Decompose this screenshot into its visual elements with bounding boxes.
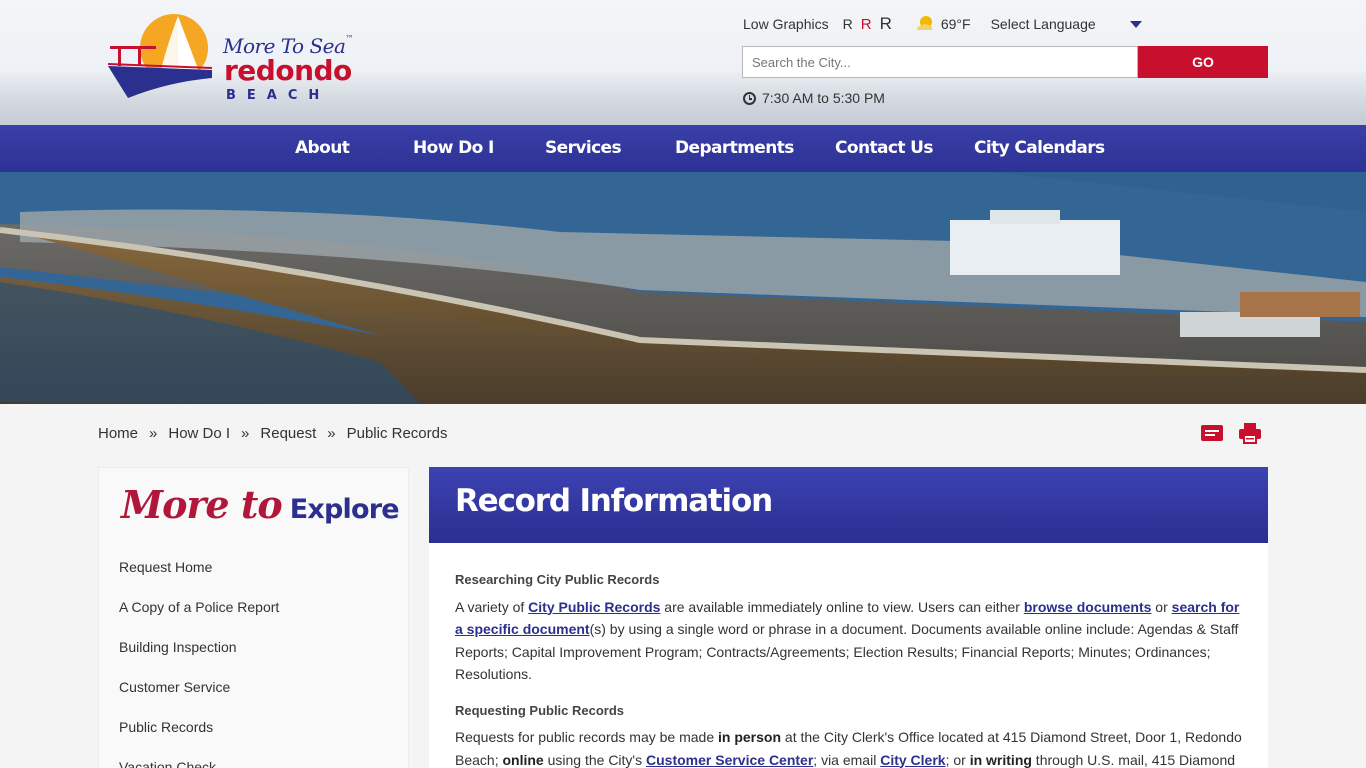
text-size-small-button[interactable]: R [843,16,853,32]
sidebar: More to Explore Request Home A Copy of a… [98,467,409,768]
print-icon[interactable] [1238,422,1262,444]
sidebar-menu: Request Home A Copy of a Police Report B… [119,558,279,768]
breadcrumb-home[interactable]: Home [98,425,138,442]
article-body: Researching City Public Records A variet… [455,569,1245,768]
sidebar-item-vacation-check[interactable]: Vacation Check [119,758,279,768]
nav-item-how-do-i[interactable]: How Do I [413,125,494,172]
harbor-illustration [0,172,1366,404]
sidebar-item-police-report[interactable]: A Copy of a Police Report [119,598,279,638]
search-go-button[interactable]: GO [1138,46,1268,78]
browse-documents-link[interactable]: browse documents [1024,599,1152,615]
section-paragraph: A variety of City Public Records are ava… [455,598,1240,683]
nav-item-services[interactable]: Services [545,125,622,172]
utility-bar: Low Graphics R R R 69°F Select Language [743,13,1268,35]
sidebar-item-building-inspection[interactable]: Building Inspection [119,638,279,678]
city-public-records-link[interactable]: City Public Records [528,599,660,615]
section-heading: Researching City Public Records [455,572,660,587]
logo-beach: BEACH [226,88,331,103]
nav-item-city-calendars[interactable]: City Calendars [974,125,1105,172]
logo-city-name: redondo [224,54,352,87]
nav-item-contact-us[interactable]: Contact Us [835,125,934,172]
text-size-large-button[interactable]: R [880,14,892,34]
hero-harbor-image [0,172,1366,404]
section-heading: Requesting Public Records [455,702,625,718]
sidebar-item-customer-service[interactable]: Customer Service [119,678,279,718]
site-logo[interactable]: More To Sea™ redondo BEACH [108,12,358,104]
main-header: Record Information [429,467,1268,543]
chevron-down-icon [1129,20,1142,28]
customer-service-center-link[interactable]: Customer Service Center [646,752,813,768]
main-navigation: About How Do I Services Departments Cont… [0,125,1366,172]
office-hours-text: 7:30 AM to 5:30 PM [762,90,885,106]
temperature: 69°F [940,16,971,32]
logo-sail-icon [108,14,213,98]
sun-cloud-icon [916,16,933,30]
breadcrumb-request[interactable]: Request [260,425,316,442]
breadcrumb-separator: » [149,425,158,442]
breadcrumb-separator: » [241,425,250,442]
sidebar-item-public-records[interactable]: Public Records [119,718,279,758]
sidebar-title-bold: Explore [289,494,400,525]
office-hours: 7:30 AM to 5:30 PM [743,90,885,106]
section-paragraph: Requests for public records may be made … [455,729,1242,768]
breadcrumb: Home » How Do I » Request » Public Recor… [98,425,448,442]
language-select-label: Select Language [990,16,1096,32]
breadcrumb-how-do-i[interactable]: How Do I [168,425,230,442]
breadcrumb-separator: » [327,425,336,442]
sidebar-item-request-home[interactable]: Request Home [119,558,279,598]
page-tools [1200,422,1262,444]
site-search: GO [742,46,1268,78]
page-title: Record Information [455,483,773,519]
main-content: Record Information Researching City Publ… [429,467,1268,768]
site-header: More To Sea™ redondo BEACH Low Graphics … [0,0,1366,125]
low-graphics-link[interactable]: Low Graphics [743,16,829,32]
city-clerk-link[interactable]: City Clerk [880,752,945,768]
nav-item-about[interactable]: About [295,125,350,172]
email-icon[interactable] [1200,422,1224,444]
text-size-medium-button[interactable]: R [861,16,872,33]
language-select[interactable]: Select Language [991,16,1146,32]
clock-icon [743,91,756,105]
breadcrumb-public-records: Public Records [346,425,448,442]
sidebar-title-script: More to [121,482,283,527]
search-input[interactable] [742,46,1138,78]
nav-item-departments[interactable]: Departments [675,125,794,172]
sidebar-title: More to Explore [121,482,400,527]
